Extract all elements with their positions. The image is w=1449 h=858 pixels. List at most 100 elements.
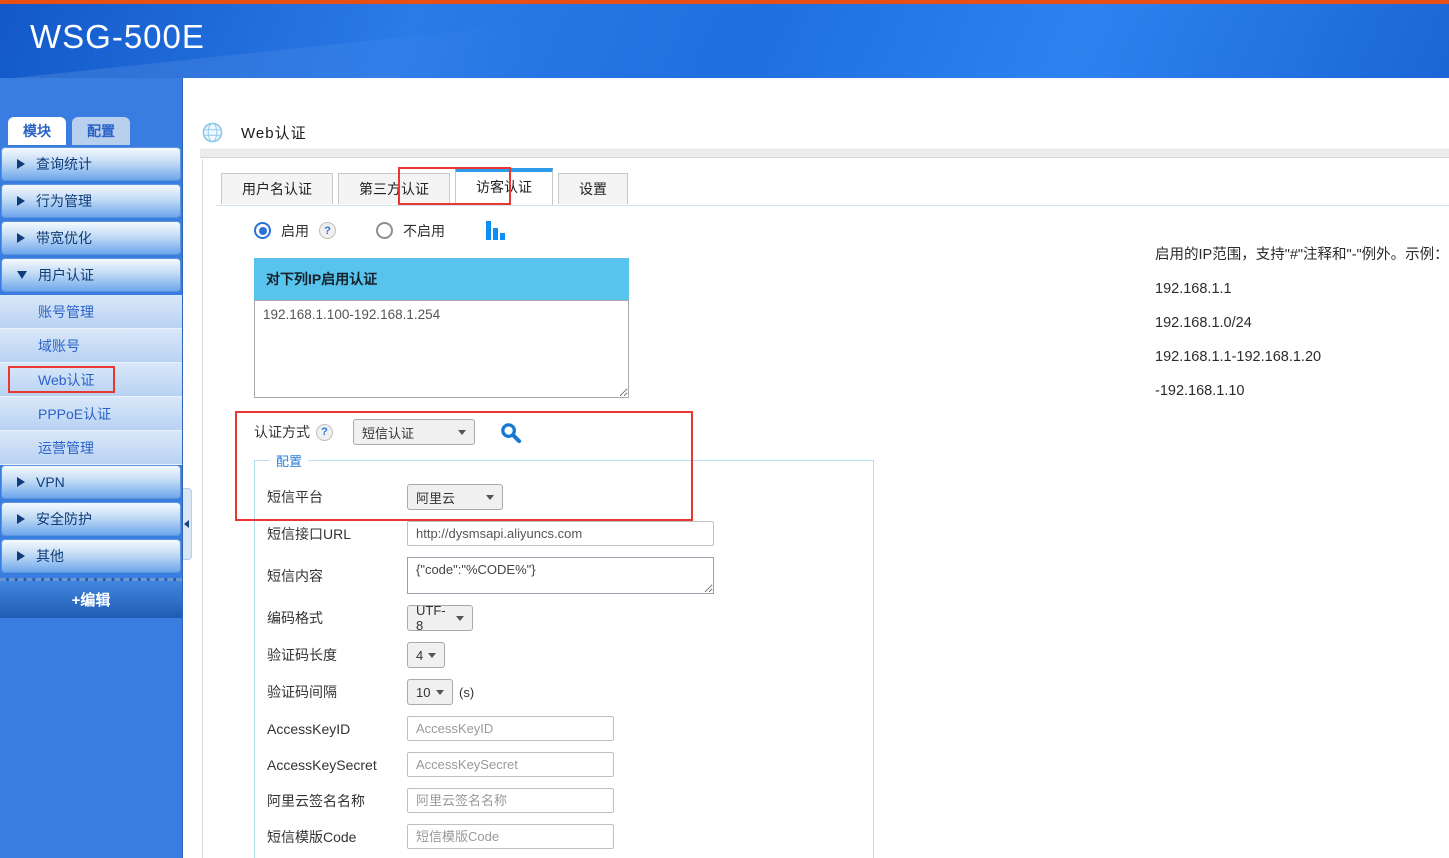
ip-range-help: 启用的IP范围，支持"#"注释和"-"例外。示例： 192.168.1.1 19… [1155, 245, 1449, 415]
enable-radio-label: 启用 [281, 221, 309, 241]
sidebar-group-vpn[interactable]: VPN [1, 465, 181, 499]
globe-icon [202, 122, 223, 143]
ip-range-textarea[interactable]: 192.168.1.100-192.168.1.254 [254, 300, 629, 398]
form-row-encoding: 编码格式 UTF-8 [267, 605, 873, 631]
sidebar-tab-config[interactable]: 配置 [72, 117, 130, 145]
form-row-signature-name: 阿里云签名名称 [267, 788, 873, 813]
app-window: WSG-500E 模块 配置 查询统计 行为管理 带宽优化 [0, 0, 1449, 858]
sidebar-edit-button[interactable]: +编辑 [0, 578, 182, 618]
panel-top-band [200, 148, 1449, 158]
content-panel: 用户名认证 第三方认证 访客认证 设置 启用 ? 不启用 [202, 159, 1449, 858]
sms-template-code-input[interactable] [407, 824, 614, 849]
sidebar-group-bandwidth[interactable]: 带宽优化 [1, 221, 181, 255]
sidebar-sub-pppoe-auth[interactable]: PPPoE认证 [0, 397, 182, 431]
aliyun-signature-input[interactable] [407, 788, 614, 813]
help-question-icon[interactable]: ? [316, 424, 333, 441]
chevron-down-icon [486, 495, 494, 500]
form-row-accesskey-id: AccessKeyID [267, 716, 873, 741]
sidebar-item-label: VPN [36, 474, 65, 490]
sidebar-item-label: 域账号 [38, 336, 80, 356]
tab-third-party-auth[interactable]: 第三方认证 [338, 173, 450, 204]
sidebar-sub-account-mgmt[interactable]: 账号管理 [0, 295, 182, 329]
disable-radio[interactable] [376, 222, 393, 239]
tab-guest-auth[interactable]: 访客认证 [455, 168, 553, 205]
tab-settings[interactable]: 设置 [558, 173, 628, 204]
code-length-select[interactable]: 4 [407, 642, 445, 668]
chevron-down-icon [456, 616, 464, 621]
chevron-down-icon [436, 690, 444, 695]
encoding-select[interactable]: UTF-8 [407, 605, 473, 631]
disable-radio-label: 不启用 [403, 221, 445, 241]
sidebar: 模块 配置 查询统计 行为管理 带宽优化 用户认证 [0, 78, 183, 858]
tab-bar: 用户名认证 第三方认证 访客认证 设置 [221, 168, 628, 204]
sidebar-item-label: 安全防护 [36, 509, 92, 529]
chevron-down-icon [458, 430, 466, 435]
auth-method-label: 认证方式 [254, 422, 310, 442]
sidebar-sub-domain-account[interactable]: 域账号 [0, 329, 182, 363]
sidebar-item-label: 带宽优化 [36, 228, 92, 248]
sidebar-item-label: 用户认证 [38, 265, 94, 285]
interval-unit-label: (s) [459, 685, 474, 700]
ip-range-header: 对下列IP启用认证 [254, 258, 629, 300]
chevron-right-icon [17, 159, 25, 169]
page-title: Web认证 [241, 122, 307, 143]
sidebar-collapse-handle[interactable] [183, 488, 192, 560]
enable-radio[interactable] [254, 222, 271, 239]
statistics-bars-icon[interactable] [485, 220, 506, 241]
app-header: WSG-500E [0, 4, 1449, 78]
chevron-right-icon [17, 514, 25, 524]
config-fieldset: 配置 短信平台 阿里云 短信接口URL 短信内容 { [254, 451, 874, 858]
search-icon[interactable] [499, 421, 522, 444]
sidebar-group-query-stats[interactable]: 查询统计 [1, 147, 181, 181]
sms-url-input[interactable] [407, 521, 714, 546]
help-line: -192.168.1.10 [1155, 381, 1449, 401]
accesskey-secret-input[interactable] [407, 752, 614, 777]
auth-method-select[interactable]: 短信认证 [353, 419, 475, 445]
help-line: 192.168.1.0/24 [1155, 313, 1449, 333]
form-row-sms-content: 短信内容 {"code":"%CODE%"} [267, 557, 873, 594]
sidebar-item-label: PPPoE认证 [38, 404, 111, 424]
sidebar-item-label: 运营管理 [38, 438, 94, 458]
help-line: 192.168.1.1-192.168.1.20 [1155, 347, 1449, 367]
sidebar-sub-web-auth[interactable]: Web认证 [0, 363, 182, 397]
config-legend: 配置 [270, 451, 308, 470]
form-row-sms-url: 短信接口URL [267, 521, 873, 546]
sidebar-tab-modules[interactable]: 模块 [8, 117, 66, 145]
sidebar-item-label: Web认证 [38, 370, 95, 390]
chevron-down-icon [428, 653, 436, 658]
form-row-code-length: 验证码长度 4 [267, 642, 873, 668]
sidebar-item-label: 行为管理 [36, 191, 92, 211]
sidebar-item-label: 其他 [36, 546, 64, 566]
page-title-row: Web认证 [202, 122, 307, 143]
sms-platform-select[interactable]: 阿里云 [407, 484, 503, 510]
enable-radio-row: 启用 ? 不启用 [254, 220, 506, 241]
code-interval-select[interactable]: 10 [407, 679, 453, 705]
auth-method-row: 认证方式 ? 短信认证 [254, 419, 522, 445]
app-title: WSG-500E [0, 4, 1449, 56]
accesskey-id-input[interactable] [407, 716, 614, 741]
tab-username-auth[interactable]: 用户名认证 [221, 173, 333, 204]
sidebar-group-other[interactable]: 其他 [1, 539, 181, 573]
sms-content-textarea[interactable]: {"code":"%CODE%"} [407, 557, 714, 594]
sidebar-tabs: 模块 配置 [0, 78, 182, 145]
help-question-icon[interactable]: ? [319, 222, 336, 239]
form-row-code-interval: 验证码间隔 10 (s) [267, 679, 873, 705]
main-area: Web认证 用户名认证 第三方认证 访客认证 设置 启用 ? [183, 78, 1449, 858]
form-row-template-code: 短信模版Code [267, 824, 873, 849]
help-line: 192.168.1.1 [1155, 279, 1449, 299]
chevron-right-icon [17, 233, 25, 243]
sidebar-sub-operation-mgmt[interactable]: 运营管理 [0, 431, 182, 465]
help-line: 启用的IP范围，支持"#"注释和"-"例外。示例： [1155, 245, 1449, 265]
form-row-sms-platform: 短信平台 阿里云 [267, 484, 873, 510]
sidebar-item-label: 账号管理 [38, 302, 94, 322]
chevron-right-icon [17, 196, 25, 206]
sidebar-item-label: 查询统计 [36, 154, 92, 174]
sidebar-menu: 查询统计 行为管理 带宽优化 用户认证 账号管理 域账 [0, 145, 182, 618]
chevron-down-icon [17, 271, 27, 279]
chevron-right-icon [17, 477, 25, 487]
chevron-right-icon [17, 551, 25, 561]
sidebar-group-security[interactable]: 安全防护 [1, 502, 181, 536]
tabstrip-border [216, 205, 1449, 206]
sidebar-group-user-auth[interactable]: 用户认证 [1, 258, 181, 292]
sidebar-group-behavior-mgmt[interactable]: 行为管理 [1, 184, 181, 218]
